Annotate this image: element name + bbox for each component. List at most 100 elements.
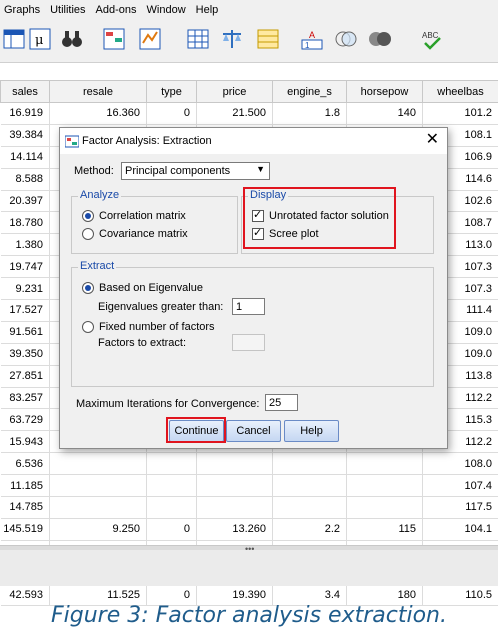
- table-cell[interactable]: [272, 452, 347, 476]
- method-select[interactable]: Principal components ▼: [121, 162, 270, 180]
- sets-icon[interactable]: [334, 27, 358, 51]
- table-cell[interactable]: 1.380: [0, 233, 50, 257]
- table-cell[interactable]: 39.350: [0, 343, 50, 366]
- eigenvalue-radio-button[interactable]: [82, 282, 94, 294]
- menu-utilities[interactable]: Utilities: [46, 0, 91, 20]
- table-cell[interactable]: 9.250: [49, 518, 147, 541]
- menu-addons[interactable]: Add-ons: [92, 0, 143, 20]
- table-cell[interactable]: 115: [346, 518, 423, 541]
- table-cell[interactable]: 140: [346, 102, 423, 125]
- table-cell[interactable]: 16.919: [0, 102, 50, 125]
- column-header-sales[interactable]: sales: [0, 80, 50, 103]
- table-cell[interactable]: 8.588: [0, 168, 50, 191]
- table-cell[interactable]: 101.2: [422, 102, 498, 125]
- table-cell[interactable]: 19.747: [0, 255, 50, 279]
- table-cell[interactable]: [196, 474, 273, 498]
- table-cell[interactable]: [346, 452, 423, 476]
- factor-extraction-dialog: Factor Analysis: Extraction ✕ Method: Pr…: [59, 127, 448, 449]
- table-cell[interactable]: 107.4: [422, 474, 498, 498]
- table-cell[interactable]: 11.185: [0, 474, 50, 498]
- table-cell[interactable]: [146, 496, 197, 519]
- table-grid-icon[interactable]: [186, 27, 210, 51]
- spell-check-icon[interactable]: ABC: [420, 27, 444, 51]
- table-cell[interactable]: [346, 474, 423, 498]
- close-icon[interactable]: ✕: [426, 132, 439, 148]
- table-cell[interactable]: [49, 474, 147, 498]
- menu-graphs[interactable]: Graphs: [0, 0, 46, 20]
- column-header-horsepow[interactable]: horsepow: [346, 80, 423, 103]
- table-cell[interactable]: [49, 452, 147, 476]
- variable-view-icon[interactable]: [2, 27, 26, 51]
- table-cell[interactable]: 2.2: [272, 518, 347, 541]
- splitter-grip-icon[interactable]: •••: [245, 544, 254, 554]
- table-cell[interactable]: 0: [146, 518, 197, 541]
- weight-cases-icon[interactable]: [138, 27, 162, 51]
- table-cell[interactable]: [196, 452, 273, 476]
- table-cell[interactable]: [146, 452, 197, 476]
- binoculars-icon[interactable]: [60, 27, 84, 51]
- table-cell[interactable]: 63.729: [0, 408, 50, 432]
- table-cell[interactable]: 14.114: [0, 146, 50, 169]
- table-cell[interactable]: 17.527: [0, 299, 50, 322]
- sheet-tab-strip: •••: [0, 544, 498, 586]
- circles-icon[interactable]: [368, 27, 392, 51]
- column-header-type[interactable]: type: [146, 80, 197, 103]
- mu-icon[interactable]: μ: [28, 27, 52, 51]
- table-cell[interactable]: 20.397: [0, 190, 50, 213]
- menu-window[interactable]: Window: [143, 0, 192, 20]
- correlation-radio[interactable]: Correlation matrix: [82, 210, 186, 222]
- factors-to-extract-input[interactable]: [232, 334, 265, 351]
- column-header-price[interactable]: price: [196, 80, 273, 103]
- max-iterations-input[interactable]: 25: [265, 394, 298, 411]
- figure-caption: Figure 3: Factor analysis extraction.: [50, 603, 447, 628]
- table-cell[interactable]: 83.257: [0, 387, 50, 410]
- value-labels-icon[interactable]: [256, 27, 280, 51]
- eigenvalue-threshold-input[interactable]: 1: [232, 298, 265, 315]
- table-cell[interactable]: [146, 474, 197, 498]
- fixed-factors-radio-button[interactable]: [82, 321, 94, 333]
- insert-icon[interactable]: A1: [300, 27, 324, 51]
- table-cell[interactable]: 1.8: [272, 102, 347, 125]
- table-cell[interactable]: 21.500: [196, 102, 273, 125]
- table-cell[interactable]: [196, 496, 273, 519]
- table-cell[interactable]: 18.780: [0, 211, 50, 235]
- table-cell[interactable]: 6.536: [0, 452, 50, 476]
- cancel-button[interactable]: Cancel: [226, 420, 281, 442]
- method-select-value: Principal components: [125, 165, 231, 177]
- scales-icon[interactable]: [220, 27, 244, 51]
- column-header-resale[interactable]: resale: [49, 80, 147, 103]
- select-cases-icon[interactable]: [102, 27, 126, 51]
- correlation-radio-button[interactable]: [82, 210, 94, 222]
- svg-text:μ: μ: [35, 33, 43, 48]
- fixed-factors-label: Fixed number of factors: [99, 321, 215, 333]
- covariance-radio[interactable]: Covariance matrix: [82, 228, 188, 240]
- eigenvalue-radio[interactable]: Based on Eigenvalue: [82, 282, 203, 294]
- help-button[interactable]: Help: [284, 420, 339, 442]
- table-cell[interactable]: 108.0: [422, 452, 498, 476]
- table-cell[interactable]: 15.943: [0, 430, 50, 454]
- table-cell[interactable]: 91.561: [0, 321, 50, 344]
- table-cell[interactable]: 0: [146, 102, 197, 125]
- table-cell[interactable]: 117.5: [422, 496, 498, 519]
- table-cell[interactable]: 27.851: [0, 365, 50, 388]
- table-cell[interactable]: [272, 496, 347, 519]
- column-header-wheelbas[interactable]: wheelbas: [422, 80, 498, 103]
- table-cell[interactable]: 145.519: [0, 518, 50, 541]
- menu-help[interactable]: Help: [192, 0, 225, 20]
- table-cell[interactable]: 14.785: [0, 496, 50, 519]
- table-cell[interactable]: 13.260: [196, 518, 273, 541]
- continue-highlight-box: [166, 417, 226, 443]
- table-cell[interactable]: 104.1: [422, 518, 498, 541]
- fixed-factors-radio[interactable]: Fixed number of factors: [82, 321, 215, 333]
- covariance-radio-button[interactable]: [82, 228, 94, 240]
- table-cell[interactable]: [49, 496, 147, 519]
- table-cell[interactable]: [272, 474, 347, 498]
- table-cell[interactable]: 39.384: [0, 124, 50, 147]
- svg-text:ABC: ABC: [422, 31, 439, 40]
- table-cell[interactable]: [346, 496, 423, 519]
- chevron-down-icon: ▼: [256, 164, 265, 174]
- table-cell[interactable]: 16.360: [49, 102, 147, 125]
- table-cell[interactable]: 9.231: [0, 277, 50, 301]
- extract-group: Extract Based on Eigenvalue Eigenvalues …: [71, 260, 434, 387]
- column-header-engine-s[interactable]: engine_s: [272, 80, 347, 103]
